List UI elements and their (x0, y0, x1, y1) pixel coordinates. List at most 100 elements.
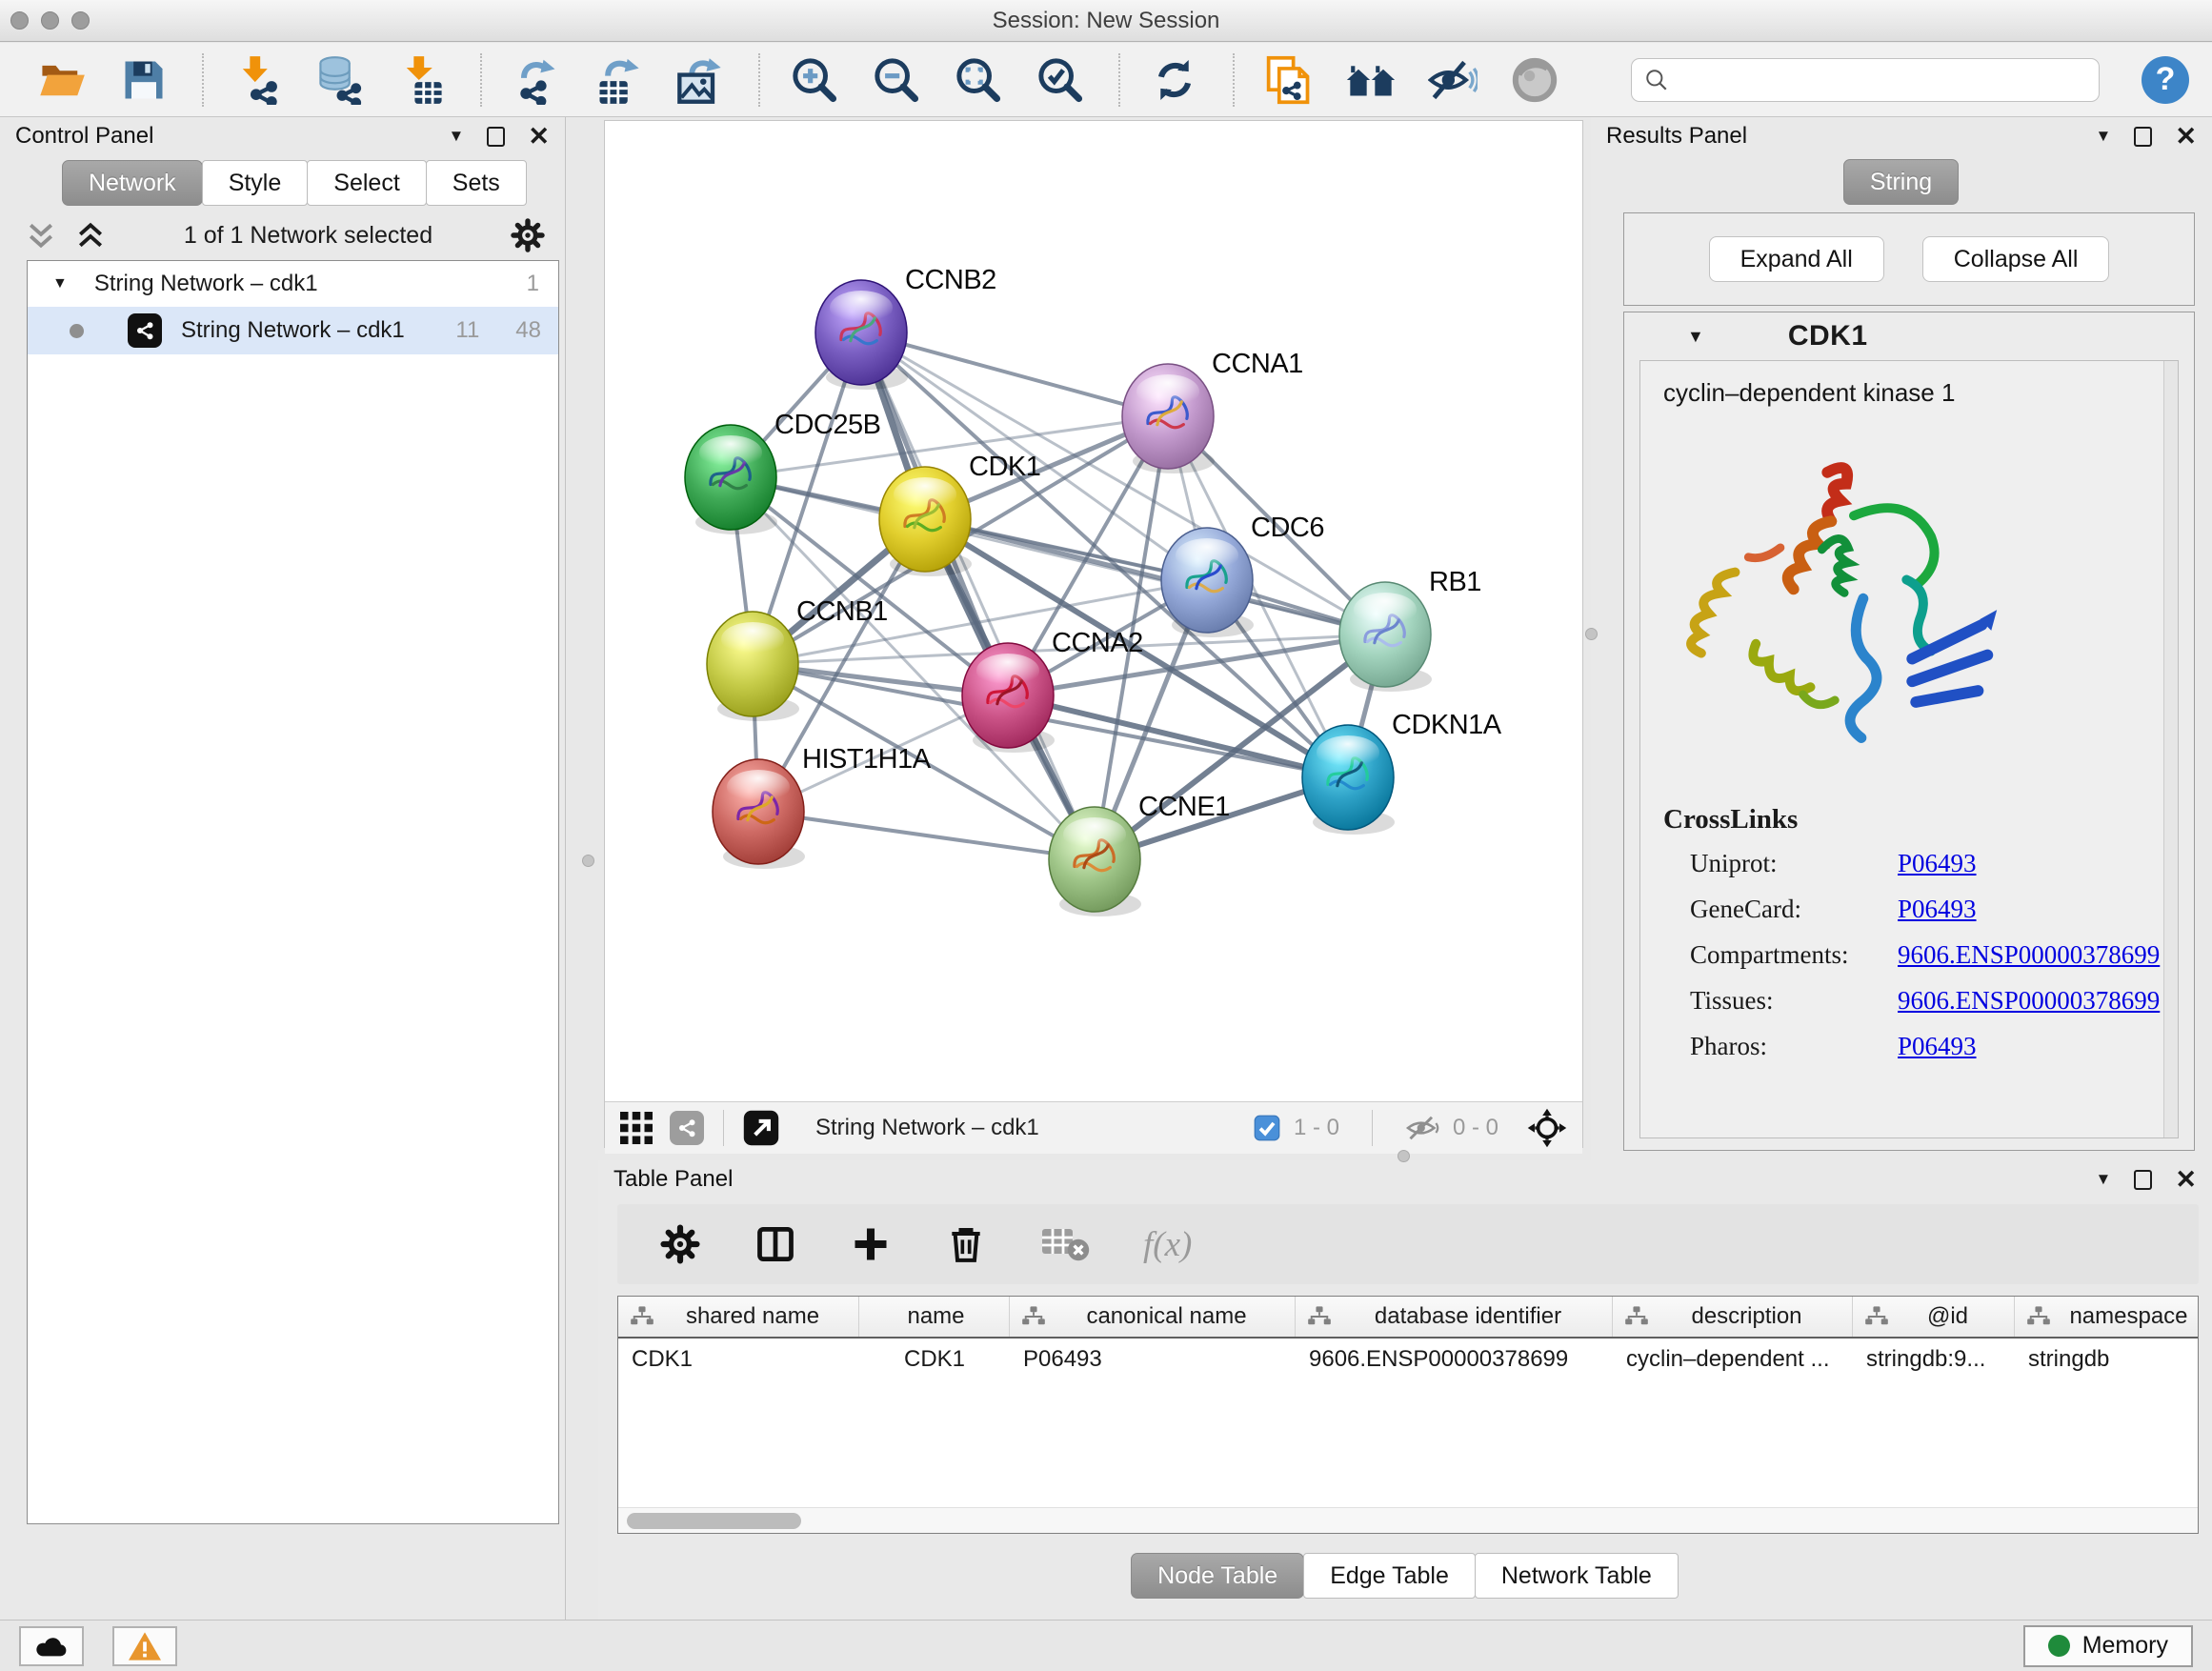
network-node[interactable] (815, 280, 908, 390)
network-node[interactable] (1122, 364, 1215, 473)
tab-node-table[interactable]: Node Table (1131, 1553, 1304, 1599)
tab-edge-table[interactable]: Edge Table (1303, 1553, 1476, 1599)
birdseye-crosshair-icon[interactable] (1527, 1108, 1567, 1148)
column-header[interactable]: name (859, 1297, 1010, 1337)
zoom-in-button[interactable] (787, 52, 842, 108)
column-header[interactable]: database identifier (1296, 1297, 1613, 1337)
collapse-all-button[interactable]: Collapse All (1922, 236, 2110, 282)
table-row[interactable]: CDK1CDK1P064939606.ENSP00000378699cyclin… (618, 1339, 2198, 1380)
float-panel-icon[interactable]: ▼ (2096, 127, 2112, 146)
column-header[interactable]: canonical name (1010, 1297, 1296, 1337)
network-node[interactable] (1339, 582, 1432, 692)
hide-selected-button[interactable] (1425, 52, 1480, 108)
grid-mode-icon[interactable] (620, 1112, 653, 1144)
network-node[interactable] (962, 643, 1055, 753)
zoom-window-icon[interactable] (71, 11, 90, 30)
table-cell[interactable]: CDK1 (618, 1346, 859, 1373)
search-input[interactable] (1679, 67, 2086, 93)
gear-icon[interactable] (510, 217, 546, 253)
left-splitter-handle[interactable] (582, 855, 594, 867)
hidden-eye-slash-icon[interactable] (1405, 1114, 1439, 1142)
cloud-button[interactable] (19, 1626, 84, 1666)
table-cell[interactable]: CDK1 (859, 1346, 1010, 1373)
network-node[interactable] (1049, 807, 1141, 916)
close-panel-icon[interactable]: ✕ (2175, 1167, 2197, 1193)
collection-caret-icon[interactable]: ▼ (52, 275, 68, 292)
maximize-panel-icon[interactable] (487, 127, 505, 147)
warnings-button[interactable] (112, 1626, 177, 1666)
memory-button[interactable]: Memory (2023, 1625, 2193, 1667)
scrollbar-thumb[interactable] (627, 1513, 801, 1529)
network-view-share-icon[interactable] (670, 1111, 704, 1145)
tab-sets[interactable]: Sets (426, 160, 527, 206)
selected-checkbox-icon[interactable] (1254, 1115, 1280, 1141)
zoom-fit-button[interactable] (951, 52, 1006, 108)
crosslink-link[interactable]: 9606.ENSP00000378699 (1898, 986, 2160, 1016)
export-table-button[interactable] (591, 52, 646, 108)
table-cell[interactable]: stringdb (2015, 1346, 2199, 1373)
maximize-panel-icon[interactable] (2134, 127, 2152, 147)
export-image-button[interactable] (673, 52, 728, 108)
table-cell[interactable]: P06493 (1010, 1346, 1296, 1373)
right-splitter-handle[interactable] (1585, 628, 1598, 640)
import-network-file-button[interactable] (231, 52, 286, 108)
tab-string[interactable]: String (1843, 159, 1959, 205)
column-header[interactable]: description (1613, 1297, 1853, 1337)
network-node[interactable] (1302, 725, 1395, 835)
tab-network-table[interactable]: Network Table (1475, 1553, 1679, 1599)
tab-select[interactable]: Select (307, 160, 426, 206)
add-column-icon[interactable] (850, 1223, 892, 1265)
gene-section-header[interactable]: ▼ CDK1 (1624, 312, 2194, 360)
toolbar-search[interactable] (1631, 58, 2100, 102)
close-window-icon[interactable] (10, 11, 29, 30)
table-cell[interactable]: stringdb:9... (1853, 1346, 2015, 1373)
collapse-all-icon[interactable] (25, 221, 57, 250)
expand-all-icon[interactable] (74, 221, 107, 250)
network-row-selected[interactable]: String Network – cdk1 11 48 (28, 307, 558, 354)
delete-column-icon[interactable] (945, 1223, 987, 1265)
function-builder-button[interactable]: f(x) (1143, 1224, 1192, 1265)
import-table-button[interactable] (394, 52, 450, 108)
traffic-lights[interactable] (10, 11, 90, 30)
column-header[interactable]: namespace (2015, 1297, 2199, 1337)
table-cell[interactable]: cyclin–dependent ... (1613, 1346, 1853, 1373)
close-panel-icon[interactable]: ✕ (2175, 124, 2197, 150)
maximize-panel-icon[interactable] (2134, 1170, 2152, 1190)
zoom-out-button[interactable] (869, 52, 924, 108)
table-horizontal-scrollbar[interactable] (618, 1507, 2198, 1533)
crosslink-link[interactable]: 9606.ENSP00000378699 (1898, 940, 2160, 970)
gene-caret-icon[interactable]: ▼ (1687, 327, 1704, 347)
help-button[interactable]: ? (2142, 56, 2189, 104)
network-node[interactable] (1161, 528, 1254, 637)
float-panel-icon[interactable]: ▼ (2096, 1170, 2112, 1189)
network-collection-row[interactable]: ▼ String Network – cdk1 1 (28, 261, 558, 307)
float-panel-icon[interactable]: ▼ (449, 127, 465, 146)
open-session-button[interactable] (34, 52, 90, 108)
crosslink-link[interactable]: P06493 (1898, 1032, 1977, 1061)
close-panel-icon[interactable]: ✕ (528, 124, 550, 150)
save-session-button[interactable] (116, 52, 171, 108)
network-node[interactable] (707, 612, 799, 721)
import-network-database-button[interactable] (312, 52, 368, 108)
show-columns-icon[interactable] (754, 1223, 796, 1265)
network-node[interactable] (685, 425, 777, 534)
string-protein-query-button[interactable] (1261, 52, 1317, 108)
network-edge[interactable] (758, 812, 1095, 859)
network-edge[interactable] (861, 332, 1095, 859)
network-node[interactable] (879, 467, 972, 576)
apply-layout-button[interactable] (1147, 52, 1202, 108)
crosslink-link[interactable]: P06493 (1898, 849, 1977, 878)
expand-all-button[interactable]: Expand All (1709, 236, 1884, 282)
gear-icon[interactable] (659, 1223, 701, 1265)
crosslink-link[interactable]: P06493 (1898, 895, 1977, 924)
network-node[interactable] (713, 759, 805, 869)
show-all-button[interactable] (1507, 52, 1562, 108)
network-canvas[interactable]: CCNB2CCNA1CDC25BCDK1CDC6RB1CCNB1CCNA2CDK… (605, 121, 1582, 1095)
results-scrollbar[interactable] (2163, 361, 2178, 1137)
bottom-splitter-handle[interactable] (1398, 1150, 1410, 1162)
detach-view-icon[interactable] (743, 1110, 779, 1146)
minimize-window-icon[interactable] (41, 11, 59, 30)
zoom-selected-button[interactable] (1033, 52, 1088, 108)
delete-table-icon[interactable] (1040, 1223, 1090, 1265)
tab-network[interactable]: Network (62, 160, 203, 206)
